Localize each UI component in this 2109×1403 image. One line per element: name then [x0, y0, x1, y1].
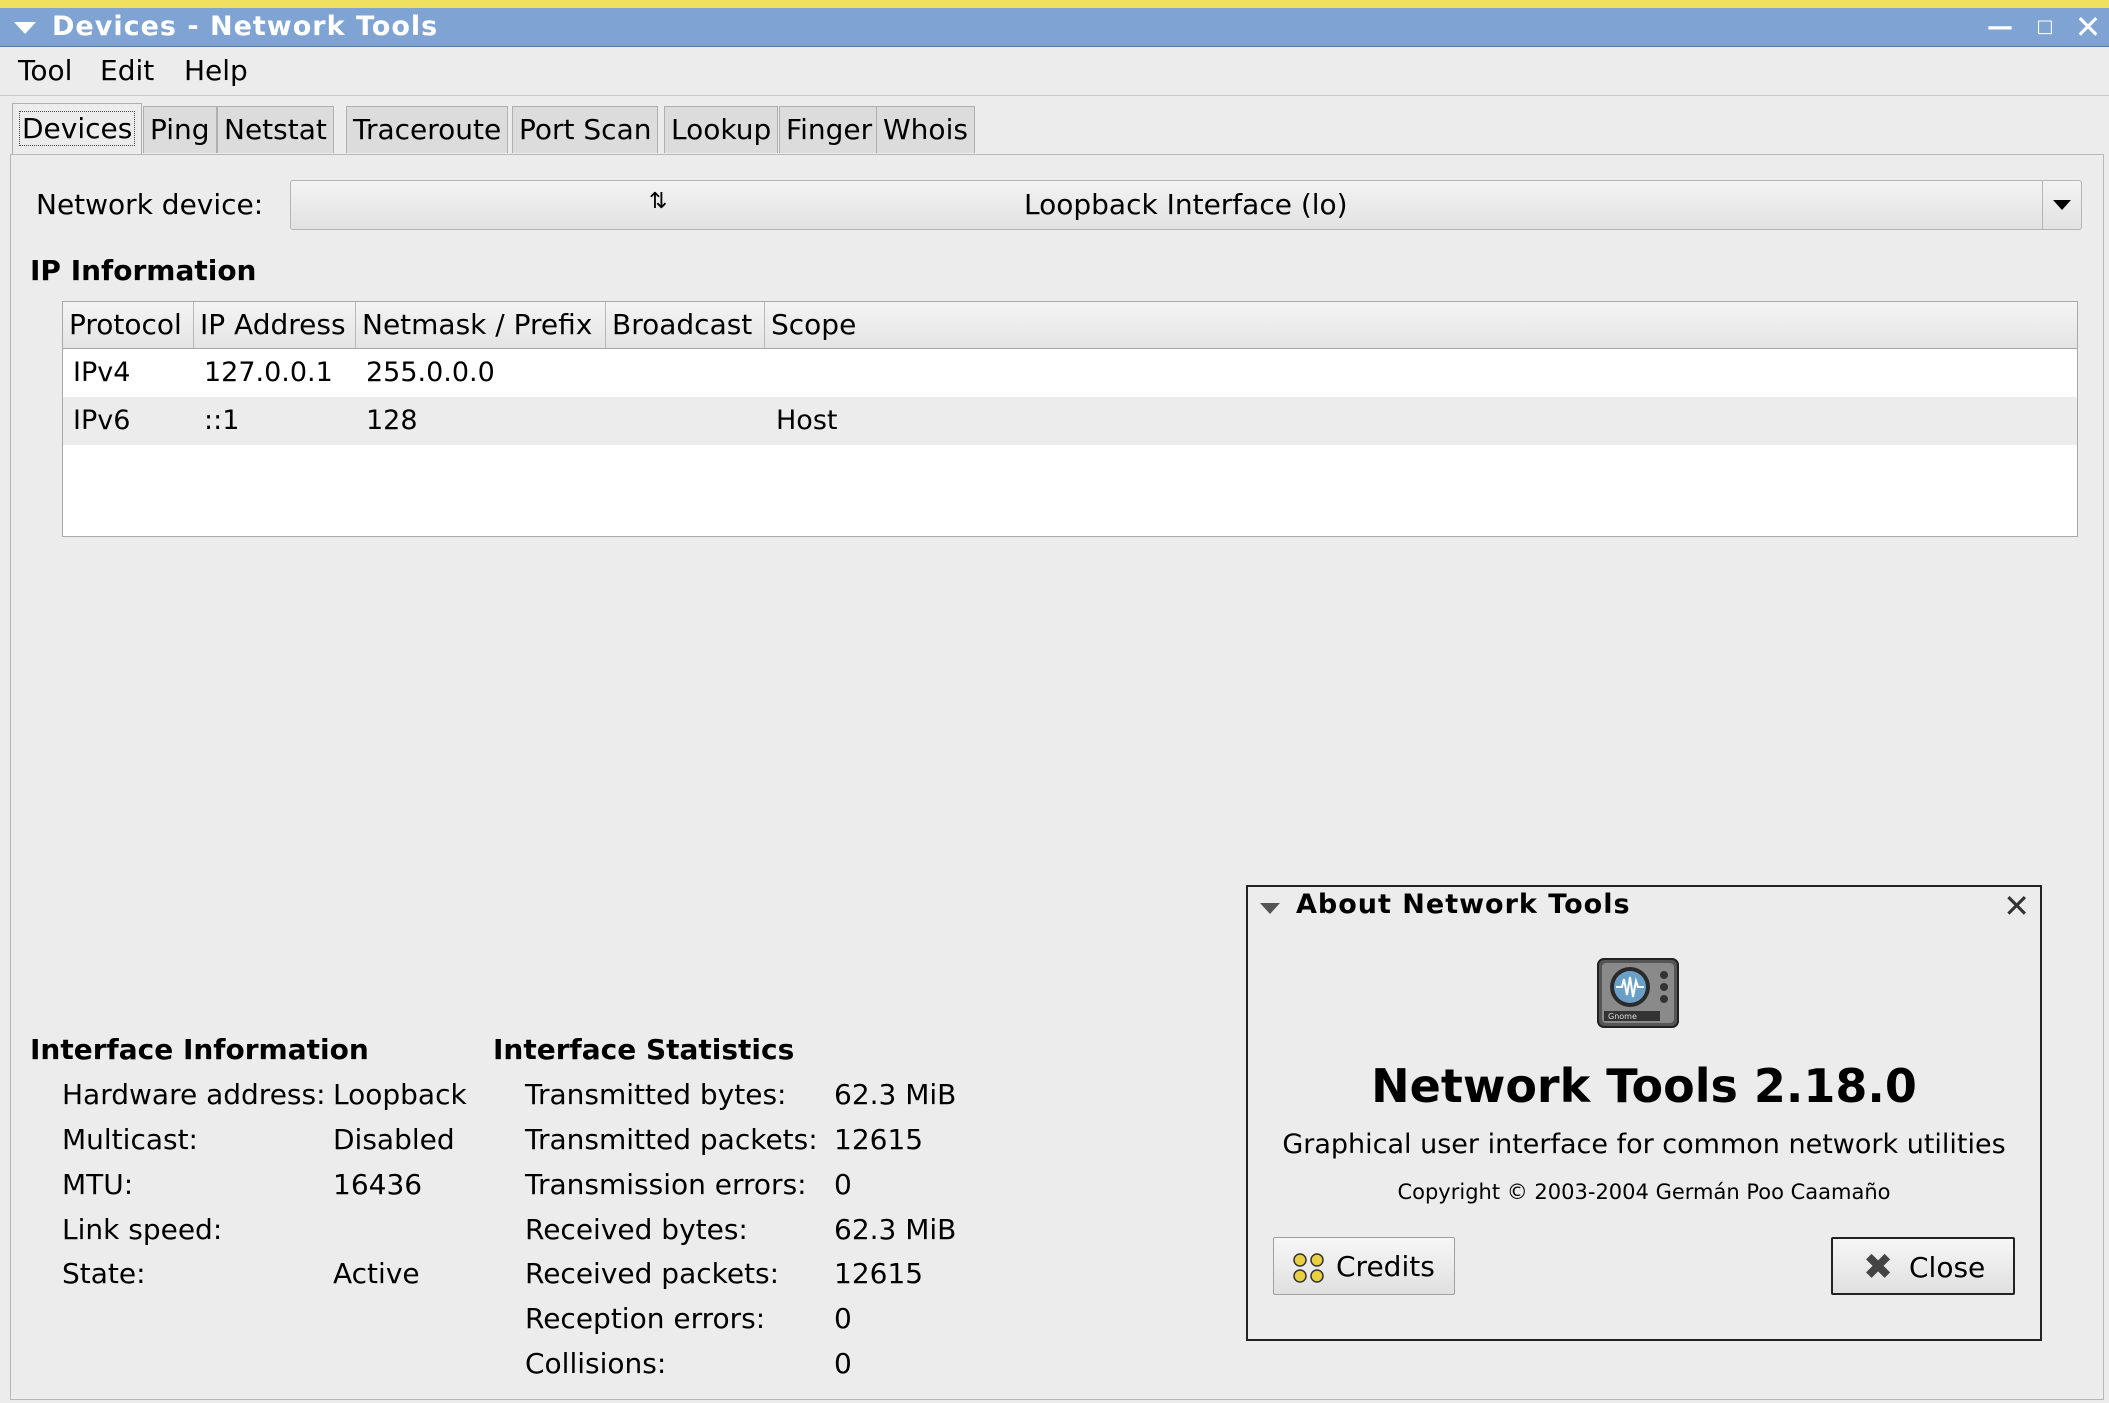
window-titlebar[interactable]: Devices - Network Tools — □ ✕: [0, 8, 2109, 47]
network-device-selected: Loopback Interface (lo): [1024, 188, 1348, 221]
window-menu-icon[interactable]: [14, 22, 36, 34]
tab-devices[interactable]: Devices: [12, 103, 143, 154]
menubar: Tool Edit Help: [0, 47, 2109, 96]
reception-errors-value: 0: [834, 1302, 852, 1335]
tab-finger[interactable]: Finger: [779, 106, 880, 153]
table-header: Protocol IP Address Netmask / Prefix Bro…: [63, 302, 2077, 349]
window-top-accent: [0, 0, 2109, 8]
link-speed-label: Link speed:: [62, 1213, 223, 1246]
cell-netmask: 128: [366, 405, 418, 436]
credits-button[interactable]: Credits: [1273, 1237, 1455, 1295]
credits-icon: [1293, 1253, 1324, 1283]
ip-information-heading: IP Information: [30, 254, 257, 287]
network-device-label: Network device:: [36, 188, 264, 221]
cell-protocol: IPv4: [73, 357, 131, 388]
network-tools-logo-icon: Gnome: [1597, 958, 1679, 1028]
cell-ip-address: ::1: [204, 405, 240, 436]
dialog-menu-icon[interactable]: [1260, 903, 1280, 914]
credits-button-label: Credits: [1336, 1250, 1435, 1283]
transmission-errors-label: Transmission errors:: [525, 1168, 807, 1201]
menu-help[interactable]: Help: [184, 54, 248, 87]
table-row[interactable]: IPv4 127.0.0.1 255.0.0.0: [63, 349, 2077, 397]
received-bytes-value: 62.3 MiB: [834, 1213, 957, 1246]
logo-text: Gnome: [1608, 1012, 1637, 1021]
transmitted-bytes-value: 62.3 MiB: [834, 1078, 957, 1111]
cell-protocol: IPv6: [73, 405, 131, 436]
mtu-value: 16436: [333, 1168, 423, 1201]
network-device-combo[interactable]: ⇅ Loopback Interface (lo): [290, 180, 2082, 230]
combo-dropdown-button[interactable]: [2042, 181, 2081, 229]
state-value: Active: [333, 1257, 420, 1290]
menu-tool[interactable]: Tool: [18, 54, 72, 87]
column-header-ip-address[interactable]: IP Address: [194, 302, 356, 348]
column-header-broadcast[interactable]: Broadcast: [606, 302, 765, 348]
multicast-value: Disabled: [333, 1123, 455, 1156]
cell-ip-address: 127.0.0.1: [204, 357, 333, 388]
transmission-errors-value: 0: [834, 1168, 852, 1201]
chevron-down-icon: [2053, 200, 2071, 210]
table-row[interactable]: IPv6 ::1 128 Host: [63, 397, 2077, 445]
tab-port-scan[interactable]: Port Scan: [512, 106, 659, 153]
about-description: Graphical user interface for common netw…: [1282, 1129, 2006, 1160]
reception-errors-label: Reception errors:: [525, 1302, 766, 1335]
state-label: State:: [62, 1257, 146, 1290]
about-dialog-title: About Network Tools: [1296, 889, 1631, 920]
interface-statistics-heading: Interface Statistics: [493, 1033, 795, 1066]
tab-traceroute[interactable]: Traceroute: [346, 106, 509, 153]
transmitted-packets-value: 12615: [834, 1123, 924, 1156]
close-x-icon: ✖: [1863, 1247, 1894, 1288]
menu-edit[interactable]: Edit: [100, 54, 154, 87]
close-icon[interactable]: ✕: [2073, 11, 2103, 43]
close-button[interactable]: ✖ Close: [1831, 1237, 2015, 1295]
close-icon[interactable]: ✕: [2003, 887, 2030, 925]
transmitted-bytes-label: Transmitted bytes:: [525, 1078, 787, 1111]
received-packets-value: 12615: [834, 1257, 924, 1290]
multicast-label: Multicast:: [62, 1123, 198, 1156]
about-dialog: About Network Tools ✕ Gnome Network Tool…: [1246, 885, 2042, 1341]
interface-information-heading: Interface Information: [30, 1033, 369, 1066]
transmitted-packets-label: Transmitted packets:: [525, 1123, 818, 1156]
hardware-address-label: Hardware address:: [62, 1078, 326, 1111]
hardware-address-value: Loopback: [333, 1078, 467, 1111]
tab-ping[interactable]: Ping: [143, 106, 217, 153]
collisions-label: Collisions:: [525, 1347, 667, 1380]
about-dialog-titlebar[interactable]: About Network Tools ✕: [1248, 887, 2040, 925]
column-header-scope[interactable]: Scope: [765, 302, 2077, 348]
about-copyright: Copyright © 2003-2004 Germán Poo Caamaño: [1397, 1180, 1891, 1204]
collisions-value: 0: [834, 1347, 852, 1380]
received-bytes-label: Received bytes:: [525, 1213, 748, 1246]
tab-netstat[interactable]: Netstat: [217, 106, 334, 153]
minimize-icon[interactable]: —: [1985, 12, 2015, 42]
column-header-netmask[interactable]: Netmask / Prefix: [356, 302, 606, 348]
cell-netmask: 255.0.0.0: [366, 357, 495, 388]
received-packets-label: Received packets:: [525, 1257, 780, 1290]
column-header-protocol[interactable]: Protocol: [63, 302, 194, 348]
window-title: Devices - Network Tools: [52, 11, 439, 42]
maximize-icon[interactable]: □: [2030, 12, 2060, 42]
tab-lookup[interactable]: Lookup: [664, 106, 779, 153]
close-button-label: Close: [1909, 1251, 1986, 1284]
about-app-name: Network Tools 2.18.0: [1371, 1059, 1917, 1113]
tab-whois[interactable]: Whois: [876, 106, 975, 153]
cell-scope: Host: [776, 405, 838, 436]
mtu-label: MTU:: [62, 1168, 134, 1201]
ip-information-table[interactable]: Protocol IP Address Netmask / Prefix Bro…: [62, 301, 2078, 537]
refresh-icon: ⇅: [649, 189, 668, 214]
